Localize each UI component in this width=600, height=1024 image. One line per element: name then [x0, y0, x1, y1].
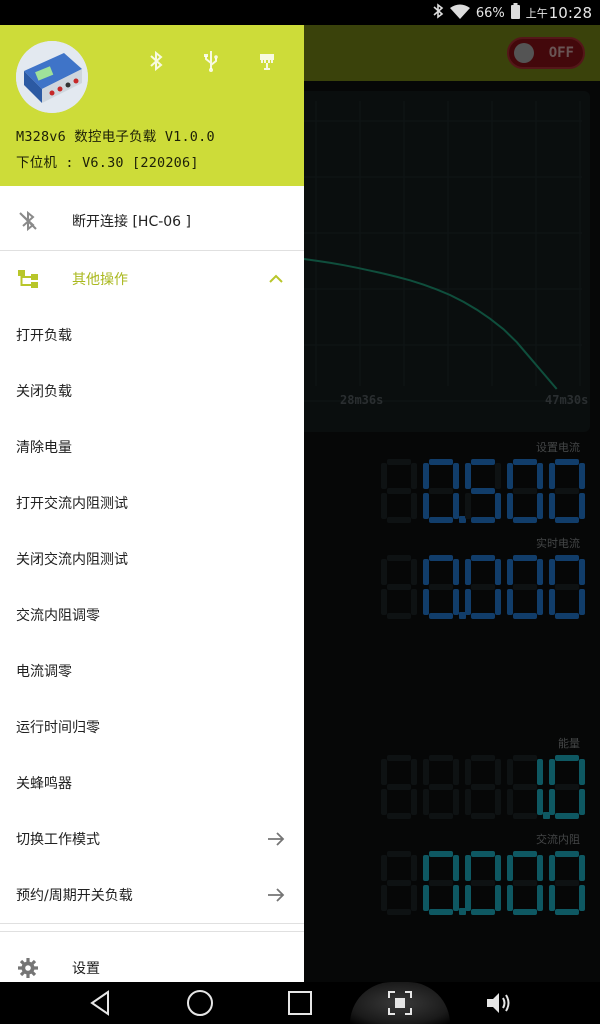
fullscreen-icon [388, 991, 412, 1015]
menu-item-label: 交流内阻调零 [16, 608, 100, 624]
home-icon [187, 990, 213, 1016]
navigation-drawer: M328v6 数控电子负载 V1.0.0 下位机 : V6.30 [220206… [0, 25, 304, 982]
status-bar: 66% 上午 10:28 [0, 0, 600, 25]
menu-item-current-zero[interactable]: 电流调零 [0, 643, 304, 699]
menu-item-label: 运行时间归零 [16, 720, 100, 736]
recents-icon [288, 991, 312, 1015]
menu-item-schedule-load[interactable]: 预约/周期开关负载 [0, 867, 304, 923]
home-button[interactable] [180, 982, 220, 1024]
divider [0, 923, 304, 924]
app-version: M328v6 数控电子负载 V1.0.0 [16, 129, 215, 145]
menu-item-switch-mode[interactable]: 切换工作模式 [0, 811, 304, 867]
menu-item-close-ac-test[interactable]: 关闭交流内阻测试 [0, 531, 304, 587]
back-button[interactable] [80, 982, 120, 1024]
disconnect-label: 断开连接 [HC-06 ] [72, 214, 191, 230]
drawer-header: M328v6 数控电子负载 V1.0.0 下位机 : V6.30 [220206… [0, 25, 304, 186]
menu-item-label: 打开负载 [16, 328, 72, 344]
firmware-version: 下位机 : V6.30 [220206] [16, 155, 199, 171]
menu-item-label: 关闭交流内阻测试 [16, 552, 128, 568]
gear-icon [16, 956, 40, 980]
tree-icon [16, 267, 40, 291]
fullscreen-button[interactable] [380, 982, 420, 1024]
usb-icon[interactable] [199, 49, 223, 73]
menu-item-label: 关蜂鸣器 [16, 776, 72, 792]
other-operations-label: 其他操作 [72, 272, 128, 288]
disconnect-item[interactable]: 断开连接 [HC-06 ] [0, 193, 304, 249]
menu-item-open-ac-test[interactable]: 打开交流内阻测试 [0, 475, 304, 531]
settings-label: 设置 [72, 961, 100, 977]
chevron-up-icon [266, 269, 286, 289]
battery-icon [510, 3, 520, 23]
menu-item-buzzer-off[interactable]: 关蜂鸣器 [0, 755, 304, 811]
bluetooth-disabled-icon [16, 209, 40, 233]
volume-button[interactable] [478, 982, 518, 1024]
time-ampm: 上午 [525, 7, 548, 20]
wifi-icon [449, 4, 470, 23]
arrow-right-icon [266, 885, 286, 905]
battery-percent: 66% [475, 5, 505, 21]
menu-item-ac-zero[interactable]: 交流内阻调零 [0, 587, 304, 643]
menu-item-clear-charge[interactable]: 清除电量 [0, 419, 304, 475]
settings-item[interactable]: 设置 [0, 940, 304, 982]
menu-item-label: 清除电量 [16, 440, 72, 456]
device-avatar [16, 41, 88, 113]
recents-button[interactable] [280, 982, 320, 1024]
back-icon [90, 990, 109, 1016]
menu-item-close-load[interactable]: 关闭负载 [0, 363, 304, 419]
menu-item-label: 切换工作模式 [16, 832, 100, 848]
bluetooth-status-icon [432, 3, 444, 23]
network-icon[interactable] [255, 49, 279, 73]
other-operations-group[interactable]: 其他操作 [0, 251, 304, 307]
volume-icon [487, 993, 510, 1013]
bluetooth-icon[interactable] [144, 49, 168, 73]
menu-item-open-load[interactable]: 打开负载 [0, 307, 304, 363]
clock: 10:28 [548, 4, 592, 22]
menu-item-label: 关闭负载 [16, 384, 72, 400]
menu-item-label: 电流调零 [16, 664, 72, 680]
menu-item-label: 打开交流内阻测试 [16, 496, 128, 512]
menu-item-reset-runtime[interactable]: 运行时间归零 [0, 699, 304, 755]
divider [0, 931, 304, 932]
menu-item-label: 预约/周期开关负载 [16, 888, 133, 904]
arrow-right-icon [266, 829, 286, 849]
